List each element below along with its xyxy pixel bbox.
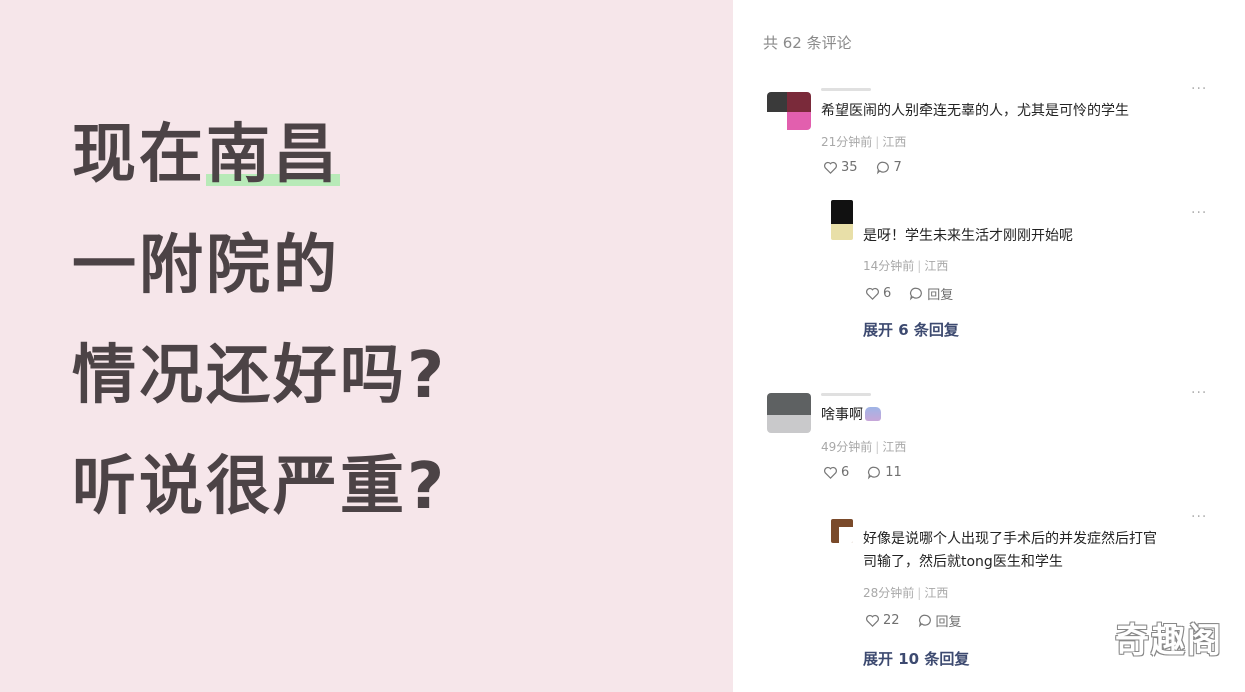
reply-count-button[interactable]: 7: [876, 160, 902, 175]
more-options-icon[interactable]: ...: [1191, 78, 1207, 92]
like-button[interactable]: 22: [865, 613, 900, 628]
more-options-icon[interactable]: ...: [1191, 202, 1207, 216]
comment-bubble-icon: [868, 466, 881, 480]
emoji-icon: [865, 407, 881, 421]
reply-text-line-2: 司输了，然后就tong医生和学生: [863, 554, 1063, 570]
expand-replies-link[interactable]: 展开 6 条回复: [863, 319, 959, 340]
reply-actions: 6 回复: [865, 284, 953, 303]
comment-meta: 49分钟前 | 江西: [821, 440, 907, 454]
reply-button[interactable]: 回复: [918, 611, 962, 630]
comment-meta: 21分钟前 | 江西: [821, 135, 907, 149]
heart-icon: [824, 466, 837, 479]
heart-icon: [824, 161, 837, 174]
reply-text: 是呀！学生未来生活才刚刚开始呢: [863, 228, 1073, 244]
username-blurred[interactable]: [821, 393, 871, 396]
reply-button[interactable]: 回复: [909, 284, 953, 303]
reply-text-line-1: 好像是说哪个人出现了手术后的并发症然后打官: [863, 531, 1157, 547]
avatar[interactable]: [767, 92, 811, 130]
question-line-1: 现在南昌: [72, 118, 340, 192]
reply-meta: 14分钟前 | 江西: [863, 259, 949, 273]
comment-text: 啥事啊: [821, 403, 881, 427]
reply-count-button[interactable]: 11: [867, 465, 902, 480]
avatar[interactable]: [831, 200, 853, 240]
comments-panel: 共 62 条评论 ... 希望医闹的人别牵连无辜的人，尤其是可怜的学生 21分钟…: [733, 0, 1245, 692]
comment-text: 希望医闹的人别牵连无辜的人，尤其是可怜的学生: [821, 103, 1129, 119]
reply-meta: 28分钟前 | 江西: [863, 586, 949, 600]
comment-actions: 35 7: [823, 160, 902, 175]
username-blurred[interactable]: [821, 88, 871, 91]
like-button[interactable]: 35: [823, 160, 858, 175]
heart-icon: [866, 287, 879, 300]
comment-bubble-icon: [910, 287, 923, 301]
more-options-icon[interactable]: ...: [1191, 506, 1207, 520]
reply-actions: 22 回复: [865, 611, 962, 630]
like-button[interactable]: 6: [823, 465, 849, 480]
comment-count: 共 62 条评论: [763, 34, 852, 52]
question-panel: 现在南昌 一附院的 情况还好吗? 听说很严重?: [0, 0, 733, 692]
question-line-4: 听说很严重?: [72, 450, 448, 524]
question-line-3: 情况还好吗?: [72, 339, 448, 413]
comment-actions: 6 11: [823, 465, 902, 480]
comment-bubble-icon: [876, 161, 889, 175]
question-line-2: 一附院的: [72, 229, 340, 303]
avatar[interactable]: [767, 393, 811, 433]
comment-bubble-icon: [918, 614, 931, 628]
avatar[interactable]: [831, 519, 853, 543]
more-options-icon[interactable]: ...: [1191, 382, 1207, 396]
watermark-logo: 奇趣阁: [1115, 621, 1223, 661]
highlighted-text: 南昌: [206, 118, 340, 192]
heart-icon: [866, 614, 879, 627]
like-button[interactable]: 6: [865, 286, 891, 301]
expand-replies-link[interactable]: 展开 10 条回复: [863, 648, 969, 669]
